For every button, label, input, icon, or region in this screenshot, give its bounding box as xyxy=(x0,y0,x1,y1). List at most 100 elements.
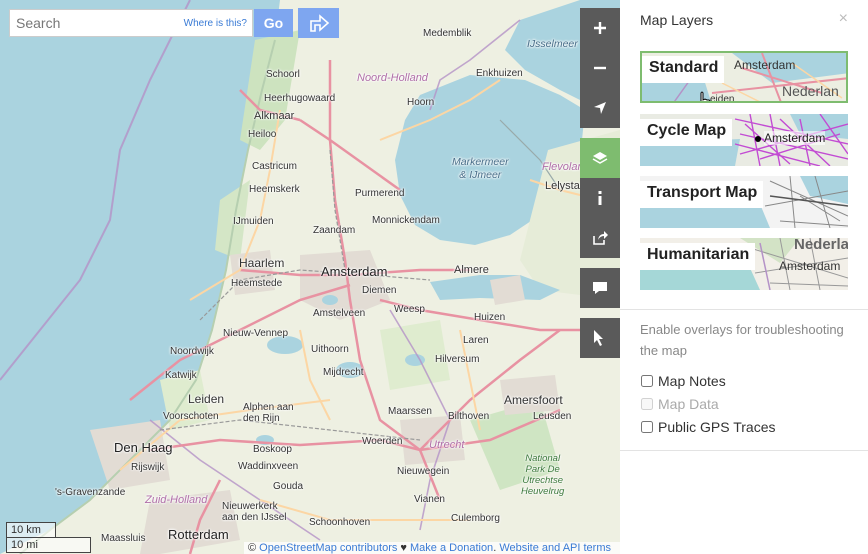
scale-bar: 10 km 10 mi xyxy=(6,522,91,553)
zoom-out-button[interactable] xyxy=(580,48,620,88)
where-is-this-link[interactable]: Where is this? xyxy=(184,18,247,29)
map-layers-panel: Map Layers × Amsterdam Nederlan eiden St… xyxy=(620,0,868,554)
panel-title: Map Layers xyxy=(640,12,714,28)
place-heemskerk: Heemskerk xyxy=(249,184,300,195)
search-box: Where is this? xyxy=(9,9,253,37)
place-katwijk: Katwijk xyxy=(165,370,197,381)
layer-cycle-map-label: Cycle Map xyxy=(640,119,733,146)
website-terms-link[interactable]: Website and API terms xyxy=(499,542,611,554)
scale-mi: 10 mi xyxy=(6,537,91,553)
standard-thumb-label-leiden: eiden xyxy=(710,94,735,103)
place-heemstede: Heemstede xyxy=(231,278,283,289)
place-national-park: National Park De Utrechtse Heuvelrug xyxy=(521,453,565,497)
place-enkhuizen: Enkhuizen xyxy=(476,68,523,79)
standard-thumb-label-amsterdam: Amsterdam xyxy=(734,58,796,72)
osm-contributors-link[interactable]: OpenStreetMap contributors xyxy=(259,542,397,554)
attribution: © OpenStreetMap contributors ♥ Make a Do… xyxy=(244,542,620,554)
place-ijmuiden: IJmuiden xyxy=(233,216,274,227)
locate-button[interactable] xyxy=(580,88,620,128)
place-utrecht: Utrecht xyxy=(429,439,465,451)
place-medemblik: Medemblik xyxy=(423,28,472,39)
go-button[interactable]: Go xyxy=(254,9,293,37)
layer-transport-map[interactable]: Transport Map xyxy=(640,176,848,228)
search-input[interactable] xyxy=(10,10,192,36)
layers-button[interactable] xyxy=(580,138,620,178)
place-huizen: Huizen xyxy=(474,312,506,323)
place-alkmaar: Alkmaar xyxy=(254,110,295,122)
place-voorschoten: Voorschoten xyxy=(163,411,219,422)
place-hilversum: Hilversum xyxy=(435,354,480,365)
place-laren: Laren xyxy=(463,335,489,346)
place-maassluis: Maassluis xyxy=(101,533,146,544)
place-gouda: Gouda xyxy=(273,481,304,492)
share-button[interactable] xyxy=(580,218,620,258)
locate-icon xyxy=(594,102,606,114)
place-hoorn: Hoorn xyxy=(407,97,435,108)
place-maarssen: Maarssen xyxy=(388,406,432,417)
place-nieuwerkerk: Nieuwerkerk aan den IJssel xyxy=(222,501,287,523)
place-culemborg: Culemborg xyxy=(451,513,500,524)
overlay-gps-traces[interactable]: Public GPS Traces xyxy=(640,419,776,435)
close-icon[interactable]: × xyxy=(839,10,848,28)
add-note-button[interactable] xyxy=(580,268,620,308)
map-canvas[interactable]: Medemblik IJsselmeer Schoorl Noord-Holla… xyxy=(0,0,620,554)
place-zaandam: Zaandam xyxy=(313,225,356,236)
place-vianen: Vianen xyxy=(414,494,445,505)
overlay-map-notes[interactable]: Map Notes xyxy=(640,373,726,389)
directions-button[interactable] xyxy=(298,8,339,38)
map-key-button[interactable] xyxy=(580,178,620,218)
directions-icon xyxy=(309,13,329,32)
attribution-copyright: © xyxy=(248,542,260,554)
place-nieuw-vennep: Nieuw-Vennep xyxy=(223,328,289,339)
place-zuid-holland: Zuid-Holland xyxy=(145,494,208,506)
place-schoorl: Schoorl xyxy=(266,69,300,80)
heart-icon: ♥ xyxy=(397,542,411,554)
place-schoonhoven: Schoonhoven xyxy=(309,517,371,528)
gps-traces-label: Public GPS Traces xyxy=(658,419,776,435)
place-flevolan: Flevolan xyxy=(542,161,584,173)
zoom-in-button[interactable] xyxy=(580,8,620,48)
map-notes-label: Map Notes xyxy=(658,373,726,389)
place-boskoop: Boskoop xyxy=(253,444,292,455)
panel-divider-bottom xyxy=(620,450,868,451)
layer-standard[interactable]: Amsterdam Nederlan eiden Standard xyxy=(640,51,848,103)
place-leusden: Leusden xyxy=(533,411,572,422)
place-haarlem: Haarlem xyxy=(239,256,285,270)
gps-traces-checkbox[interactable] xyxy=(641,421,653,433)
place-diemen: Diemen xyxy=(362,285,397,296)
layer-cycle-map[interactable]: Amsterdam Cycle Map xyxy=(640,114,848,166)
scale-km: 10 km xyxy=(6,522,56,537)
humanitarian-thumb-label-nederland: Nederla xyxy=(794,238,848,253)
place-leiden: Leiden xyxy=(188,392,225,406)
place-amstelveen: Amstelveen xyxy=(313,308,366,319)
place-purmerend: Purmerend xyxy=(355,188,405,199)
place-amersfoort: Amersfoort xyxy=(504,393,563,407)
place-uithoorn: Uithoorn xyxy=(311,344,349,355)
overlay-map-data: Map Data xyxy=(640,396,719,412)
panel-divider xyxy=(620,309,868,310)
place-amsterdam: Amsterdam xyxy=(321,264,388,279)
place-ijsselmeer: IJsselmeer xyxy=(527,38,578,50)
place-monnickendam: Monnickendam xyxy=(372,215,440,226)
share-icon xyxy=(593,231,608,245)
place-mijdrecht: Mijdrecht xyxy=(323,367,364,378)
humanitarian-thumb-label-amsterdam: Amsterdam xyxy=(779,259,841,273)
query-features-button[interactable] xyxy=(580,318,620,358)
donate-link[interactable]: Make a Donation xyxy=(410,542,493,554)
place-alphen: Alphen aan den Rijn xyxy=(243,402,294,424)
place-woerden: Woerden xyxy=(362,436,403,447)
place-noordwijk: Noordwijk xyxy=(170,346,214,357)
layer-humanitarian[interactable]: Nederla Amsterdam Humanitarian xyxy=(640,238,848,290)
place-waddinxveen: Waddinxveen xyxy=(238,461,299,472)
cursor-hand-icon xyxy=(700,91,711,101)
place-den-haag: Den Haag xyxy=(114,440,173,455)
cycle-thumb-label-amsterdam: Amsterdam xyxy=(764,131,826,145)
place-almere: Almere xyxy=(454,264,489,276)
note-icon xyxy=(593,282,607,294)
place-heiloo: Heiloo xyxy=(248,129,277,140)
place-rijswijk: Rijswijk xyxy=(131,462,165,473)
place-weesp: Weesp xyxy=(394,304,425,315)
map-notes-checkbox[interactable] xyxy=(641,375,653,387)
place-gravenzande: 's-Gravenzande xyxy=(55,487,126,498)
info-icon xyxy=(598,191,602,205)
